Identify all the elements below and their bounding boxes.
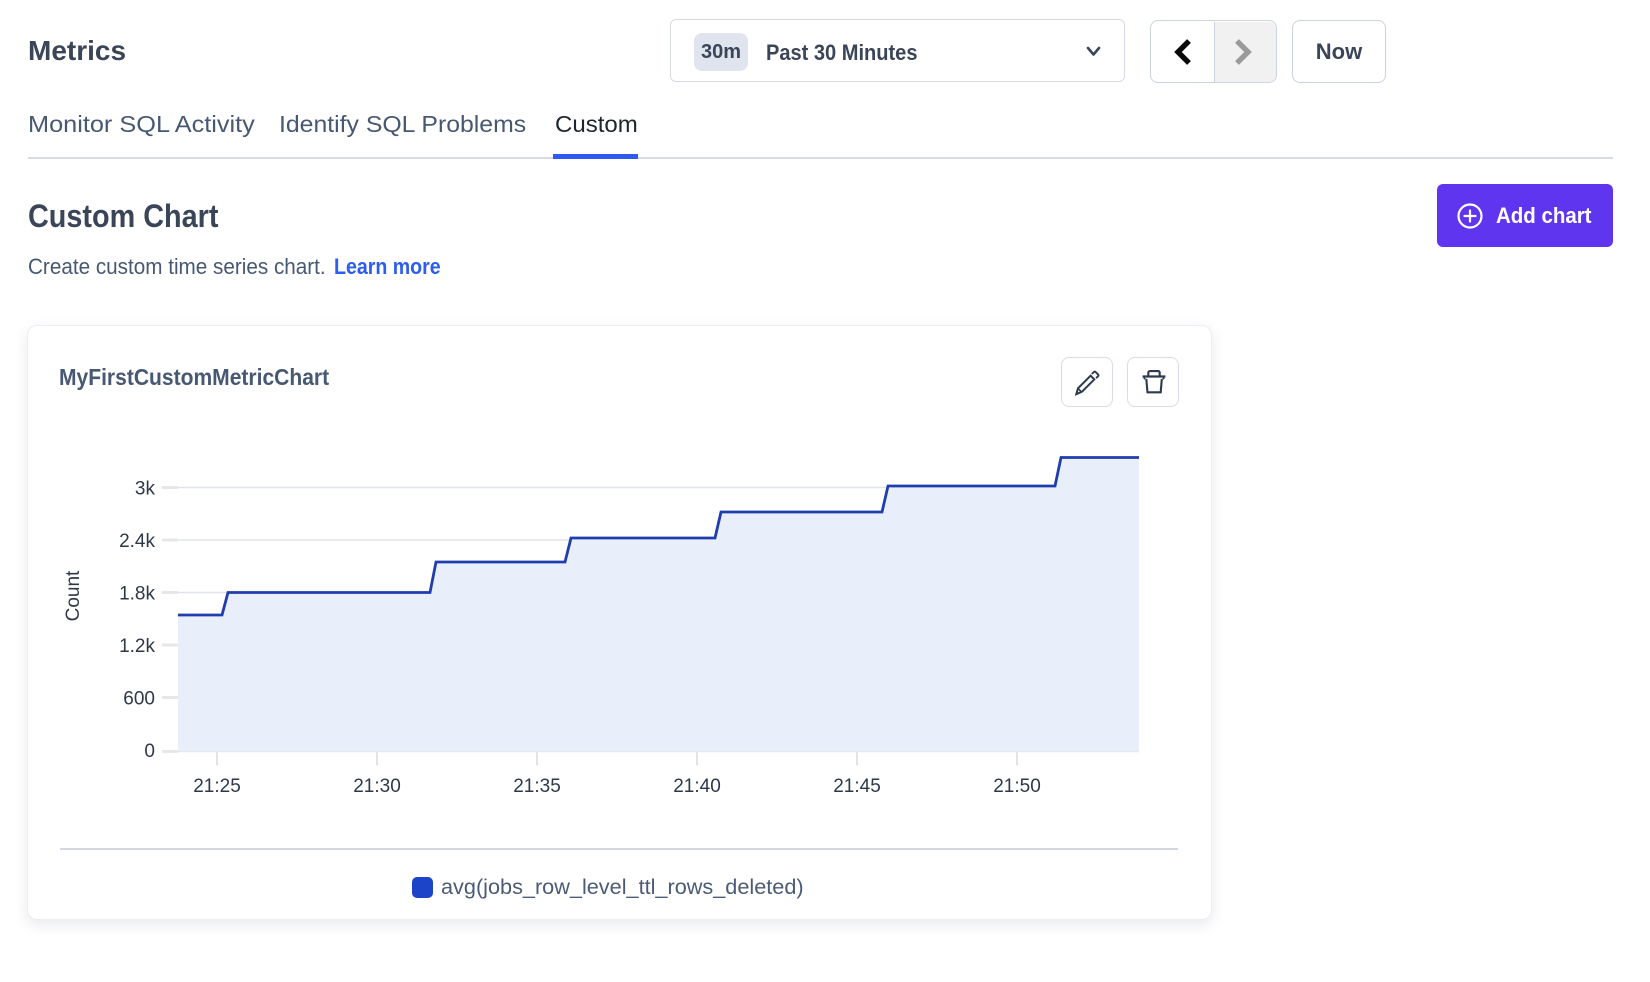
svg-text:2.4k: 2.4k (119, 531, 155, 552)
svg-text:3k: 3k (135, 479, 156, 500)
svg-text:1.8k: 1.8k (119, 584, 155, 605)
svg-text:21:45: 21:45 (833, 776, 881, 797)
svg-text:21:25: 21:25 (193, 776, 241, 797)
svg-text:21:30: 21:30 (353, 776, 401, 797)
svg-text:21:50: 21:50 (993, 776, 1041, 797)
svg-text:1.2k: 1.2k (119, 636, 155, 657)
svg-text:Count: Count (63, 570, 84, 621)
svg-text:600: 600 (123, 689, 155, 710)
svg-text:0: 0 (144, 741, 155, 762)
svg-text:21:35: 21:35 (513, 776, 561, 797)
svg-text:21:40: 21:40 (673, 776, 721, 797)
